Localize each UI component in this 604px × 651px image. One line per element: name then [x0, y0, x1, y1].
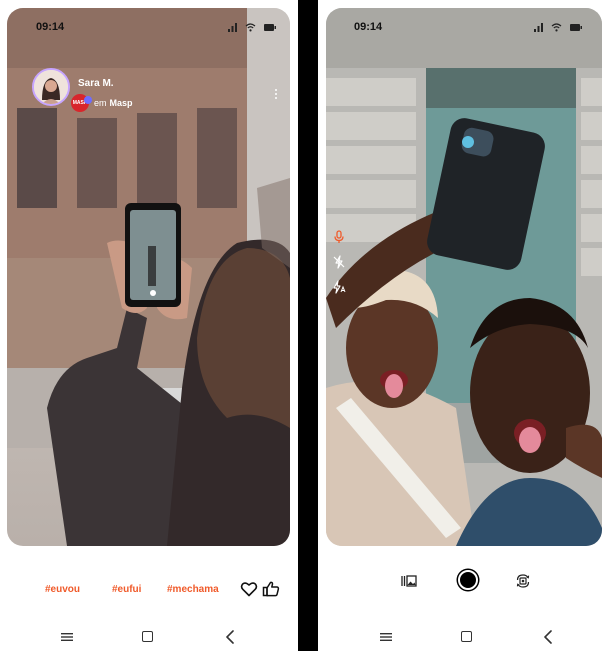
- menu-icon[interactable]: [61, 631, 73, 643]
- back-chevron-icon[interactable]: [542, 630, 554, 644]
- status-time: 09:14: [354, 21, 383, 33]
- camera-screen: 09:14: [318, 0, 604, 651]
- camera-tools: [332, 230, 346, 294]
- flip-camera-icon[interactable]: [515, 572, 531, 590]
- place-name[interactable]: Masp: [110, 98, 133, 108]
- status-bar: 09:14: [0, 18, 298, 36]
- heart-icon[interactable]: [240, 580, 258, 598]
- feed-screen: 09:14 Sara M. MASP em Masp #euvou #eufui…: [0, 0, 298, 651]
- mic-toggle[interactable]: [332, 230, 346, 244]
- camera-controls: [318, 566, 604, 596]
- status-icons: [228, 22, 276, 32]
- shutter-icon[interactable]: [458, 570, 478, 590]
- gallery-icon[interactable]: [401, 574, 417, 588]
- flash-auto-toggle[interactable]: [332, 280, 346, 294]
- app-canvas: 09:14 Sara M. MASP em Masp #euvou #eufui…: [0, 0, 604, 651]
- battery-icon: [570, 23, 582, 31]
- place-prefix: em: [94, 98, 107, 108]
- hashtag-eufui[interactable]: #eufui: [112, 584, 141, 595]
- author-name[interactable]: Sara M.: [78, 78, 133, 89]
- signal-icon: [534, 22, 543, 32]
- more-dot: [275, 93, 277, 95]
- more-vertical-icon[interactable]: [270, 84, 282, 104]
- avatar-photo: [34, 70, 68, 104]
- hashtag-mechama[interactable]: #mechama: [167, 584, 219, 595]
- wifi-icon: [551, 22, 562, 31]
- avatar[interactable]: [32, 68, 70, 106]
- camera-preview-scene: [326, 8, 602, 546]
- more-dot: [275, 89, 277, 91]
- post-location[interactable]: MASP em Masp: [71, 94, 133, 112]
- status-time: 09:14: [36, 21, 65, 33]
- system-nav-bar: [0, 628, 298, 646]
- author-meta: Sara M. MASP em Masp: [71, 78, 133, 112]
- post-action-row: #euvou #eufui #mechama: [0, 578, 298, 602]
- battery-icon: [264, 23, 276, 31]
- flash-off-icon: [333, 255, 345, 269]
- screen-divider: [298, 0, 318, 651]
- home-square-icon[interactable]: [461, 631, 472, 642]
- post-author[interactable]: Sara M. MASP em Masp: [32, 68, 133, 112]
- back-chevron-icon[interactable]: [224, 630, 236, 644]
- status-bar: 09:14: [318, 18, 604, 36]
- home-square-icon[interactable]: [142, 631, 153, 642]
- hashtag-euvou[interactable]: #euvou: [45, 584, 80, 595]
- menu-icon[interactable]: [380, 631, 392, 643]
- flash-off-toggle[interactable]: [332, 255, 346, 269]
- mic-icon: [334, 230, 344, 243]
- signal-icon: [228, 22, 237, 32]
- status-icons: [534, 22, 582, 32]
- wifi-icon: [245, 22, 256, 31]
- system-nav-bar: [318, 628, 604, 646]
- thumbs-up-icon[interactable]: [262, 580, 280, 598]
- more-dot: [275, 97, 277, 99]
- flash-auto-icon: [333, 280, 346, 294]
- camera-preview[interactable]: [326, 8, 602, 546]
- verified-icon: [84, 96, 92, 104]
- place-logo: MASP: [71, 94, 92, 112]
